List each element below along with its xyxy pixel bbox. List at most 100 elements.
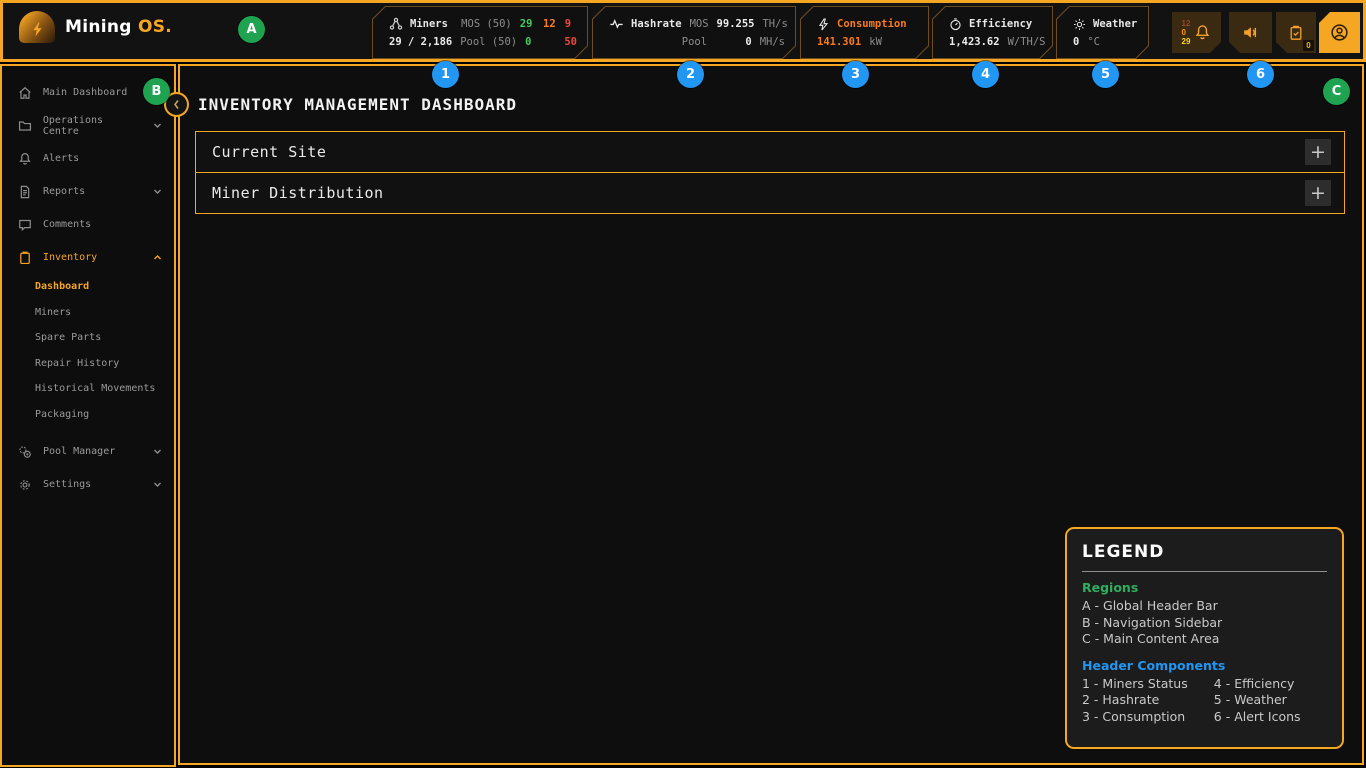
legend-component-1: 1 - Miners Status — [1082, 676, 1208, 693]
component-badge-5: 5 — [1092, 61, 1119, 88]
miners-label: Miners — [389, 17, 453, 31]
legend-component-6: 6 - Alert Icons — [1214, 709, 1327, 726]
main-content-area: INVENTORY MANAGEMENT DASHBOARD Current S… — [178, 64, 1364, 765]
legend-region-b: B - Navigation Sidebar — [1082, 615, 1327, 632]
bell-icon — [1194, 24, 1211, 41]
region-badge-c: C — [1323, 78, 1350, 105]
expand-current-site-button[interactable]: + — [1305, 139, 1331, 165]
plus-icon: + — [1310, 143, 1326, 162]
weather-panel: Weather 0 °C — [1056, 6, 1149, 59]
chevron-down-icon — [153, 447, 162, 456]
legend-components-grid: 1 - Miners Status 4 - Efficiency 2 - Has… — [1082, 676, 1327, 726]
component-badge-1: 1 — [432, 61, 459, 88]
sidebar-subitem-repair-history[interactable]: Repair History — [2, 351, 174, 377]
consumption-value: 141.301 — [817, 36, 861, 48]
user-circle-icon — [1330, 23, 1349, 42]
expand-miner-distribution-button[interactable]: + — [1305, 180, 1331, 206]
sidebar-item-alerts[interactable]: Alerts — [2, 142, 174, 175]
hashrate-label: Hashrate — [609, 17, 682, 31]
section-label: Current Site — [212, 143, 326, 161]
miners-status-panel: Miners MOS (50) 29 12 9 29 / 2,186 Pool … — [372, 6, 588, 59]
clipboard-icon — [18, 251, 34, 265]
weather-label: Weather — [1073, 18, 1137, 31]
efficiency-value: 1,423.62 — [949, 36, 1000, 48]
section-current-site[interactable]: Current Site + — [195, 131, 1345, 173]
miners-pool-label: Pool (50) — [460, 36, 517, 48]
chevron-down-icon — [153, 187, 162, 196]
sidebar-item-label: Settings — [43, 479, 91, 490]
sidebar-item-pool-manager[interactable]: Pool Manager — [2, 435, 174, 468]
legend-component-5: 5 - Weather — [1214, 692, 1327, 709]
miners-total: 29 / 2,186 — [389, 36, 452, 48]
component-badge-3: 3 — [842, 61, 869, 88]
clipboard-check-icon — [1288, 25, 1304, 41]
sidebar-item-inventory[interactable]: Inventory — [2, 241, 174, 274]
sidebar-item-comments[interactable]: Comments — [2, 208, 174, 241]
sidebar-subitem-packaging[interactable]: Packaging — [2, 402, 174, 428]
chevron-left-icon — [172, 99, 181, 110]
sidebar-item-operations-centre[interactable]: Operations Centre — [2, 109, 174, 142]
consumption-unit: kW — [869, 36, 882, 48]
announcements-speaker-button[interactable] — [1229, 12, 1272, 53]
sidebar-item-label: Reports — [43, 186, 85, 197]
legend-region-c: C - Main Content Area — [1082, 631, 1327, 648]
miners-mos-warning: 12 — [543, 18, 557, 30]
hashrate-mos-label: MOS — [690, 18, 709, 30]
component-badge-4: 4 — [972, 61, 999, 88]
sidebar-subitem-historical-movements[interactable]: Historical Movements — [2, 376, 174, 402]
global-header-bar: Mining OS. Miners MOS (50) 29 12 9 29 / … — [0, 0, 1366, 62]
hashrate-mos-unit: TH/s — [762, 18, 787, 30]
miners-mos-label: MOS (50) — [461, 18, 512, 30]
app-logo[interactable]: Mining OS. — [19, 11, 172, 43]
miners-pool-error: 50 — [564, 36, 577, 48]
efficiency-label: Efficiency — [949, 18, 1032, 31]
sidebar-item-reports[interactable]: Reports — [2, 175, 174, 208]
miners-mos-error: 9 — [565, 18, 577, 30]
sidebar-item-settings[interactable]: Settings — [2, 468, 174, 501]
plus-icon: + — [1310, 184, 1326, 203]
sidebar-item-label: Alerts — [43, 153, 79, 164]
efficiency-panel: Efficiency 1,423.62 W/TH/S — [932, 6, 1053, 59]
app-title: Mining OS. — [65, 17, 172, 37]
hashrate-pool-unit: MH/s — [760, 36, 785, 48]
legend-component-2: 2 - Hashrate — [1082, 692, 1208, 709]
component-badge-2: 2 — [677, 61, 704, 88]
tasks-clipboard-button[interactable]: 0 — [1276, 12, 1316, 53]
hashrate-pool-value: 0 — [715, 36, 752, 48]
sidebar-item-label: Inventory — [43, 252, 97, 263]
hashrate-panel: Hashrate MOS 99.255 TH/s Pool 0 MH/s — [592, 6, 796, 59]
dashboard-sections: Current Site + Miner Distribution + — [195, 131, 1345, 214]
sidebar-subitem-miners[interactable]: Miners — [2, 300, 174, 326]
legend-component-3: 3 - Consumption — [1082, 709, 1208, 726]
speaker-icon — [1241, 24, 1260, 41]
section-label: Miner Distribution — [212, 184, 384, 202]
sun-icon — [1073, 18, 1086, 31]
zap-icon — [817, 18, 830, 31]
chat-icon — [18, 218, 34, 232]
sidebar-item-label: Operations Centre — [43, 115, 144, 137]
miners-network-icon — [389, 17, 403, 31]
legend-divider — [1082, 571, 1327, 572]
sidebar-subitem-spare-parts[interactable]: Spare Parts — [2, 325, 174, 351]
gauge-icon — [949, 18, 962, 31]
weather-value: 0 — [1073, 36, 1079, 48]
miners-pool-ok: 0 — [525, 36, 537, 48]
region-badge-a: A — [238, 16, 265, 43]
section-miner-distribution[interactable]: Miner Distribution + — [195, 172, 1345, 214]
chevron-down-icon — [153, 121, 162, 130]
sidebar-item-label: Pool Manager — [43, 446, 115, 457]
user-account-button[interactable] — [1319, 12, 1360, 53]
legend-components-heading: Header Components — [1082, 658, 1327, 673]
navigation-sidebar: Main Dashboard Operations Centre Alerts … — [0, 64, 176, 767]
notifications-bell-button[interactable]: 12 0 29 — [1172, 12, 1221, 53]
inventory-submenu: Dashboard Miners Spare Parts Repair Hist… — [2, 274, 174, 427]
chevron-up-icon — [153, 253, 162, 262]
clipboard-badge: 0 — [1303, 40, 1314, 51]
legend-title: LEGEND — [1082, 542, 1327, 562]
bell-icon — [18, 152, 34, 166]
file-icon — [18, 185, 34, 199]
folder-icon — [18, 119, 34, 133]
home-icon — [18, 86, 34, 100]
sidebar-item-label: Main Dashboard — [43, 87, 127, 98]
sidebar-subitem-dashboard[interactable]: Dashboard — [2, 274, 174, 300]
